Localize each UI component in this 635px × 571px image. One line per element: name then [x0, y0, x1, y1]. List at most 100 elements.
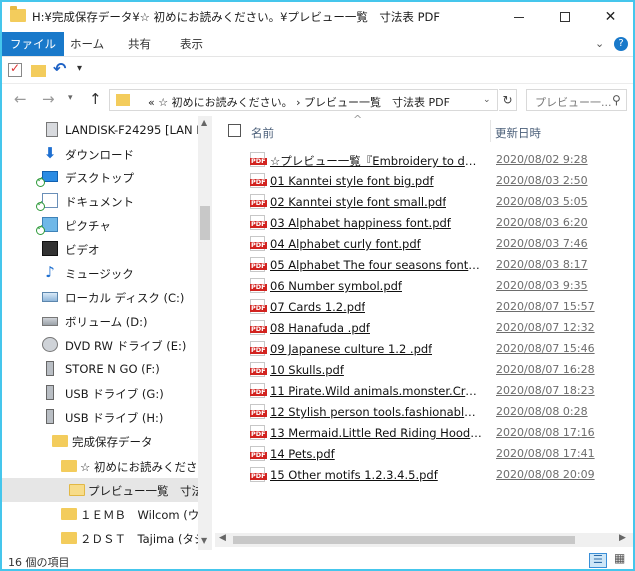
list-item[interactable]: PDF 07 Cards 1.2.pdf 2020/08/07 15:57	[215, 296, 633, 317]
address-path[interactable]: « ☆ 初めにお読みください。 › プレビュー一覧 寸法表 PDF	[148, 94, 450, 110]
sidebar-item-volume-d[interactable]: ボリューム (D:)	[2, 309, 198, 333]
list-item[interactable]: PDF 06 Number symbol.pdf 2020/08/03 9:35	[215, 275, 633, 296]
file-name[interactable]: 07 Cards 1.2.pdf	[270, 300, 365, 314]
sidebar-item-usb-h[interactable]: USB ドライブ (H:)	[2, 405, 198, 429]
folder-icon	[10, 6, 26, 22]
tab-view[interactable]: 表示	[171, 32, 212, 56]
file-name[interactable]: 12 Stylish person tools.fashionable thi.…	[270, 405, 482, 419]
folder-icon	[61, 460, 77, 472]
tab-share[interactable]: 共有	[119, 32, 160, 56]
file-name[interactable]: 14 Pets.pdf	[270, 447, 335, 461]
tab-file[interactable]: ファイル	[2, 32, 64, 56]
search-box[interactable]: プレビュー一... ⚲	[526, 89, 627, 111]
sidebar-item-preview-list[interactable]: プレビュー一覧 寸法表	[2, 478, 198, 502]
file-name[interactable]: 04 Alphabet curly font.pdf	[270, 237, 421, 251]
file-name[interactable]: 13 Mermaid.Little Red Riding Hood.pdf	[270, 426, 482, 440]
close-icon: ✕	[604, 9, 617, 25]
list-item[interactable]: PDF 05 Alphabet The four seasons font .pd…	[215, 254, 633, 275]
navigation-row: ← → ▾ ↑ « ☆ 初めにお読みください。 › プレビュー一覧 寸法表 PD…	[2, 85, 633, 115]
pdf-file-icon: PDF	[250, 320, 267, 335]
sidebar-item-store-n-go-f[interactable]: STORE N GO (F:)	[2, 357, 198, 381]
sidebar-item-saved-data[interactable]: 完成保存データ	[2, 429, 198, 453]
list-item[interactable]: PDF 10 Skulls.pdf 2020/08/07 16:28	[215, 359, 633, 380]
sidebar-item-desktop[interactable]: デスクトップ	[2, 165, 198, 189]
new-folder-icon[interactable]	[31, 65, 46, 77]
select-all-checkbox[interactable]	[228, 124, 241, 137]
list-item[interactable]: PDF 08 Hanafuda .pdf 2020/08/07 12:32	[215, 317, 633, 338]
file-name[interactable]: 06 Number symbol.pdf	[270, 279, 402, 293]
list-horizontal-scrollbar[interactable]: ◀ ▶	[215, 533, 633, 547]
pdf-file-icon: PDF	[250, 341, 267, 356]
scroll-thumb[interactable]	[233, 536, 575, 544]
file-name[interactable]: 09 Japanese culture 1.2 .pdf	[270, 342, 432, 356]
list-item[interactable]: PDF 15 Other motifs 1.2.3.4.5.pdf 2020/08/…	[215, 464, 633, 485]
sidebar-item-pictures[interactable]: ピクチャ	[2, 213, 198, 237]
list-item[interactable]: PDF 02 Kanntei style font small.pdf 2020/0…	[215, 191, 633, 212]
scroll-left-arrow-icon[interactable]: ◀	[219, 533, 226, 543]
customize-toolbar-dropdown-icon[interactable]: ▾	[77, 63, 82, 74]
help-icon[interactable]: ?	[614, 37, 628, 51]
usb-icon	[46, 385, 54, 400]
file-name[interactable]: 10 Skulls.pdf	[270, 363, 344, 377]
file-date: 2020/08/03 6:20	[496, 216, 588, 229]
file-name[interactable]: ☆プレビュー一覧『Embroidery to decorat...	[270, 153, 482, 169]
sidebar-item-dvd-e[interactable]: DVD RW ドライブ (E:)	[2, 333, 198, 357]
close-button[interactable]: ✕	[588, 2, 633, 32]
file-name[interactable]: 01 Kanntei style font big.pdf	[270, 174, 434, 188]
tab-home[interactable]: ホーム	[61, 32, 113, 56]
sidebar-item-emb-wilcom[interactable]: １ＥＭＢ Wilcom (ウィ	[2, 502, 198, 526]
sidebar-item-downloads[interactable]: ⬇ ダウンロード	[2, 142, 198, 166]
column-header-date[interactable]: 更新日時	[495, 125, 541, 141]
sidebar-item-label: ２ＤＳＴ Tajima (タジ	[80, 532, 198, 546]
sidebar-item-local-disk-c[interactable]: ローカル ディスク (C:)	[2, 285, 198, 309]
sidebar-item-dst-tajima[interactable]: ２ＤＳＴ Tajima (タジ	[2, 526, 198, 550]
sidebar-item-landisk[interactable]: LANDISK-F24295 [LAN DI	[2, 118, 198, 142]
scroll-thumb[interactable]	[200, 206, 210, 240]
nav-vertical-scrollbar[interactable]: ▲ ▼	[198, 116, 212, 550]
back-arrow-icon[interactable]: ←	[14, 90, 27, 108]
forward-arrow-icon[interactable]: →	[42, 90, 55, 108]
scroll-down-arrow-icon[interactable]: ▼	[201, 536, 207, 545]
list-item[interactable]: PDF 03 Alphabet happiness font.pdf 2020/08…	[215, 212, 633, 233]
sidebar-item-usb-g[interactable]: USB ドライブ (G:)	[2, 381, 198, 405]
list-item[interactable]: PDF 09 Japanese culture 1.2 .pdf 2020/08/0…	[215, 338, 633, 359]
details-view-icon[interactable]	[589, 553, 607, 568]
refresh-icon: ↻	[502, 93, 513, 107]
list-item[interactable]: PDF 04 Alphabet curly font.pdf 2020/08/03 …	[215, 233, 633, 254]
file-name[interactable]: 05 Alphabet The four seasons font .pdf	[270, 258, 482, 272]
address-history-chevron-icon[interactable]: ⌄	[483, 95, 491, 105]
pdf-file-icon: PDF	[250, 215, 267, 230]
undo-icon[interactable]: ↶	[53, 59, 66, 78]
search-icon[interactable]: ⚲	[612, 93, 621, 107]
list-item[interactable]: PDF 14 Pets.pdf 2020/08/08 17:41	[215, 443, 633, 464]
properties-icon[interactable]	[8, 61, 22, 77]
file-name[interactable]: 15 Other motifs 1.2.3.4.5.pdf	[270, 468, 438, 482]
sidebar-item-read-first[interactable]: ☆ 初めにお読みください。	[2, 454, 198, 478]
column-header-name[interactable]: 名前	[251, 125, 274, 141]
large-icons-view-icon[interactable]	[611, 551, 629, 568]
file-name[interactable]: 11 Pirate.Wild animals.monster.Creatur..…	[270, 384, 482, 398]
file-name[interactable]: 03 Alphabet happiness font.pdf	[270, 216, 451, 230]
list-item[interactable]: PDF 13 Mermaid.Little Red Riding Hood.pdf…	[215, 422, 633, 443]
list-item[interactable]: PDF☆プレビュー一覧『Embroidery to decorat... 2020…	[215, 149, 633, 170]
sidebar-item-documents[interactable]: ドキュメント	[2, 189, 198, 213]
list-item[interactable]: PDF 12 Stylish person tools.fashionable t…	[215, 401, 633, 422]
scroll-up-arrow-icon[interactable]: ▲	[201, 118, 207, 127]
refresh-button[interactable]: ↻	[499, 89, 517, 111]
sidebar-item-music[interactable]: ♪ ミュージック	[2, 261, 198, 285]
scroll-right-arrow-icon[interactable]: ▶	[619, 533, 626, 543]
list-item[interactable]: PDF 01 Kanntei style font big.pdf 2020/08/…	[215, 170, 633, 191]
recent-locations-chevron-icon[interactable]: ▾	[68, 93, 73, 103]
usb-icon	[46, 409, 54, 424]
minimize-button[interactable]	[496, 2, 541, 32]
file-name[interactable]: 02 Kanntei style font small.pdf	[270, 195, 446, 209]
file-name[interactable]: 08 Hanafuda .pdf	[270, 321, 370, 335]
address-bar[interactable]: « ☆ 初めにお読みください。 › プレビュー一覧 寸法表 PDF	[109, 89, 498, 111]
list-item[interactable]: PDF11 Pirate.Wild animals.monster.Creatu…	[215, 380, 633, 401]
expand-ribbon-chevron-icon[interactable]: ⌄	[595, 37, 604, 50]
sidebar-item-videos[interactable]: ビデオ	[2, 237, 198, 261]
column-divider[interactable]	[490, 120, 491, 142]
title-bar[interactable]: H:¥完成保存データ¥☆ 初めにお読みください。¥プレビュー一覧 寸法表 PDF…	[2, 2, 633, 32]
up-arrow-icon[interactable]: ↑	[89, 90, 102, 108]
maximize-button[interactable]	[542, 2, 587, 32]
